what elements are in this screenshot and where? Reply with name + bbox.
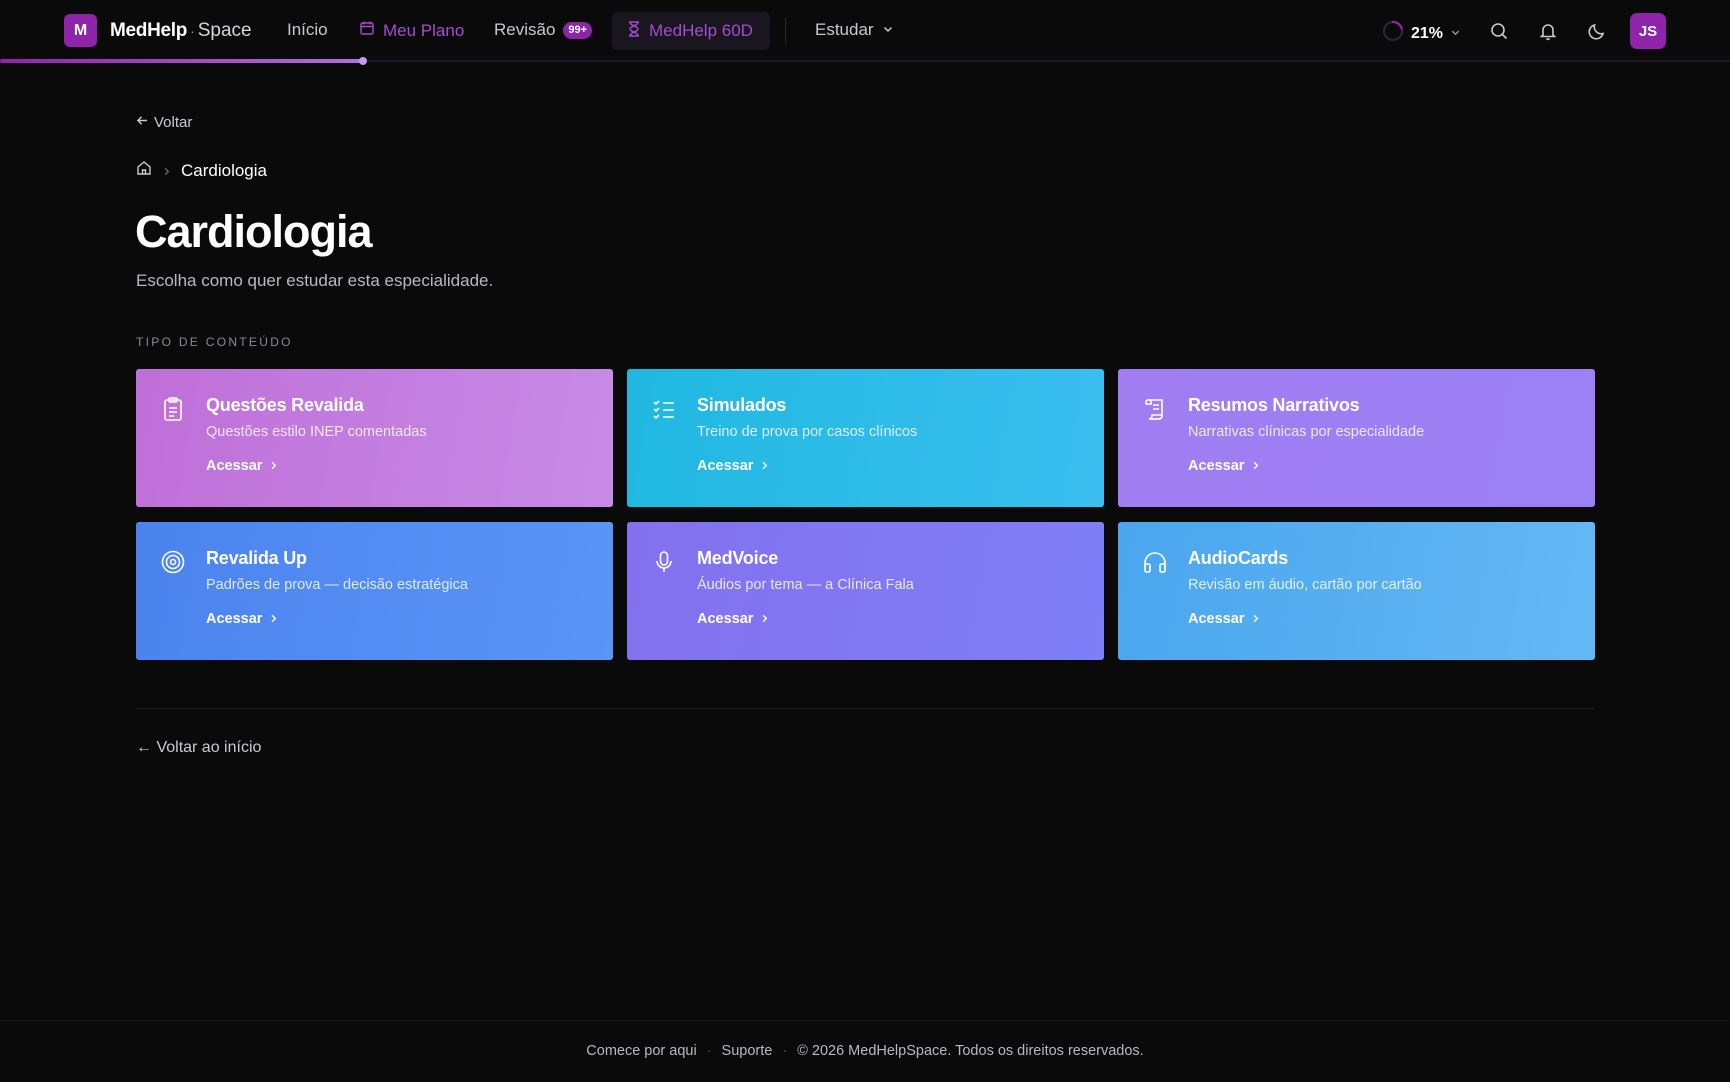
- card-title: Questões Revalida: [206, 395, 364, 415]
- list-checks-icon: [651, 396, 677, 422]
- chevron-right-icon: [1251, 458, 1260, 474]
- chevron-right-icon: [269, 611, 278, 627]
- card-access-label: Acessar: [206, 458, 263, 474]
- brand-name[interactable]: MedHelp · Space: [110, 20, 252, 42]
- chevron-right-icon: [760, 458, 769, 474]
- card-access-link[interactable]: Acessar: [206, 611, 278, 627]
- back-link[interactable]: Voltar: [136, 114, 192, 131]
- brand-light: Space: [197, 20, 252, 41]
- card-access-link[interactable]: Acessar: [697, 458, 769, 474]
- page-title: Cardiologia: [135, 206, 373, 257]
- card-access-label: Acessar: [697, 611, 754, 627]
- headphones-icon: [1142, 549, 1168, 575]
- nav-meu-plano-label: Meu Plano: [383, 20, 465, 40]
- card-access-link[interactable]: Acessar: [1188, 611, 1260, 627]
- nav-revisao[interactable]: Revisão 99+: [494, 20, 593, 40]
- footer: Comece por aqui · Suporte · © 2026 MedHe…: [0, 1020, 1730, 1082]
- bell-icon[interactable]: [1536, 19, 1560, 43]
- global-progress-knob: [359, 57, 368, 65]
- footer-link-comece[interactable]: Comece por aqui: [586, 1043, 696, 1059]
- chevron-right-icon: [1251, 611, 1260, 627]
- hourglass-icon: [627, 20, 641, 42]
- nav-medhelp-60d[interactable]: MedHelp 60D: [612, 12, 770, 50]
- nav-medhelp-60d-label: MedHelp 60D: [649, 21, 753, 40]
- content-card-simulados[interactable]: Simulados Treino de prova por casos clín…: [627, 369, 1104, 507]
- nav-revisao-label: Revisão: [494, 20, 556, 39]
- content-card-resumos-narrativos[interactable]: Resumos Narrativos Narrativas clínicas p…: [1118, 369, 1595, 507]
- chevron-down-icon: [1450, 25, 1461, 43]
- nav-divider: [785, 18, 786, 44]
- card-description: Narrativas clínicas por especialidade: [1188, 424, 1425, 440]
- revisao-count-badge: 99+: [563, 21, 593, 39]
- nav-estudar-dropdown[interactable]: Estudar: [815, 20, 894, 40]
- brand-bold: MedHelp: [110, 20, 188, 41]
- calendar-icon: [359, 20, 375, 41]
- global-progress-fill: [0, 59, 364, 63]
- home-icon[interactable]: [136, 160, 152, 181]
- content-card-audiocards[interactable]: AudioCards Revisão em áudio, cartão por …: [1118, 522, 1595, 660]
- scroll-icon: [1142, 396, 1168, 422]
- nav-meu-plano[interactable]: Meu Plano: [359, 20, 464, 41]
- card-access-link[interactable]: Acessar: [1188, 458, 1260, 474]
- card-access-label: Acessar: [1188, 458, 1245, 474]
- card-title: Revalida Up: [206, 548, 307, 568]
- microphone-icon: [651, 549, 677, 575]
- page-subtitle: Escolha como quer estudar esta especiali…: [136, 271, 494, 290]
- section-label: TIPO DE CONTEÚDO: [136, 335, 293, 349]
- chevron-right-icon: [760, 611, 769, 627]
- card-title: Simulados: [697, 395, 787, 415]
- chevron-right-icon: [162, 163, 171, 179]
- card-description: Questões estilo INEP comentadas: [206, 424, 427, 440]
- card-title: Resumos Narrativos: [1188, 395, 1360, 415]
- footer-separator: ·: [782, 1043, 788, 1059]
- card-title: AudioCards: [1188, 548, 1289, 568]
- logo-mark[interactable]: M: [64, 14, 97, 47]
- progress-percent: 21%: [1411, 24, 1444, 42]
- content-card-medvoice[interactable]: MedVoice Áudios por tema — a Clínica Fal…: [627, 522, 1104, 660]
- moon-icon[interactable]: [1585, 19, 1609, 43]
- content-card-questoes-revalida[interactable]: Questões Revalida Questões estilo INEP c…: [136, 369, 613, 507]
- breadcrumb: Cardiologia: [136, 160, 267, 181]
- card-description: Revisão em áudio, cartão por cartão: [1188, 577, 1422, 593]
- study-progress-dropdown[interactable]: 21%: [1382, 20, 1461, 47]
- breadcrumb-current: Cardiologia: [181, 160, 267, 180]
- back-home-link[interactable]: ← Voltar ao início: [136, 739, 261, 757]
- top-navbar: M MedHelp · Space Início Meu Plano Revisão…: [0, 0, 1730, 62]
- card-access-label: Acessar: [206, 611, 263, 627]
- target-icon: [160, 549, 186, 575]
- footer-separator: ·: [706, 1043, 712, 1059]
- card-description: Padrões de prova — decisão estratégica: [206, 577, 468, 593]
- card-access-label: Acessar: [1188, 611, 1245, 627]
- nav-estudar-label: Estudar: [815, 20, 874, 39]
- content-divider: [136, 708, 1595, 709]
- clipboard-icon: [160, 396, 186, 422]
- footer-copyright: © 2026 MedHelpSpace. Todos os direitos r…: [797, 1043, 1144, 1059]
- card-access-link[interactable]: Acessar: [697, 611, 769, 627]
- card-description: Treino de prova por casos clínicos: [697, 424, 918, 440]
- back-link-label: Voltar: [154, 114, 193, 131]
- nav-inicio[interactable]: Início: [287, 20, 328, 40]
- arrow-left-icon: [136, 114, 149, 131]
- footer-link-suporte[interactable]: Suporte: [722, 1043, 773, 1059]
- search-icon[interactable]: [1487, 19, 1511, 43]
- card-title: MedVoice: [697, 548, 779, 568]
- card-access-label: Acessar: [697, 458, 754, 474]
- content-card-revalida-up[interactable]: Revalida Up Padrões de prova — decisão e…: [136, 522, 613, 660]
- card-description: Áudios por tema — a Clínica Fala: [697, 577, 914, 593]
- chevron-down-icon: [882, 20, 894, 40]
- card-access-link[interactable]: Acessar: [206, 458, 278, 474]
- brand-dot: ·: [190, 23, 195, 39]
- nav-inicio-label: Início: [287, 20, 328, 39]
- user-avatar[interactable]: JS: [1630, 13, 1666, 49]
- progress-ring-icon: [1382, 20, 1404, 47]
- chevron-right-icon: [269, 458, 278, 474]
